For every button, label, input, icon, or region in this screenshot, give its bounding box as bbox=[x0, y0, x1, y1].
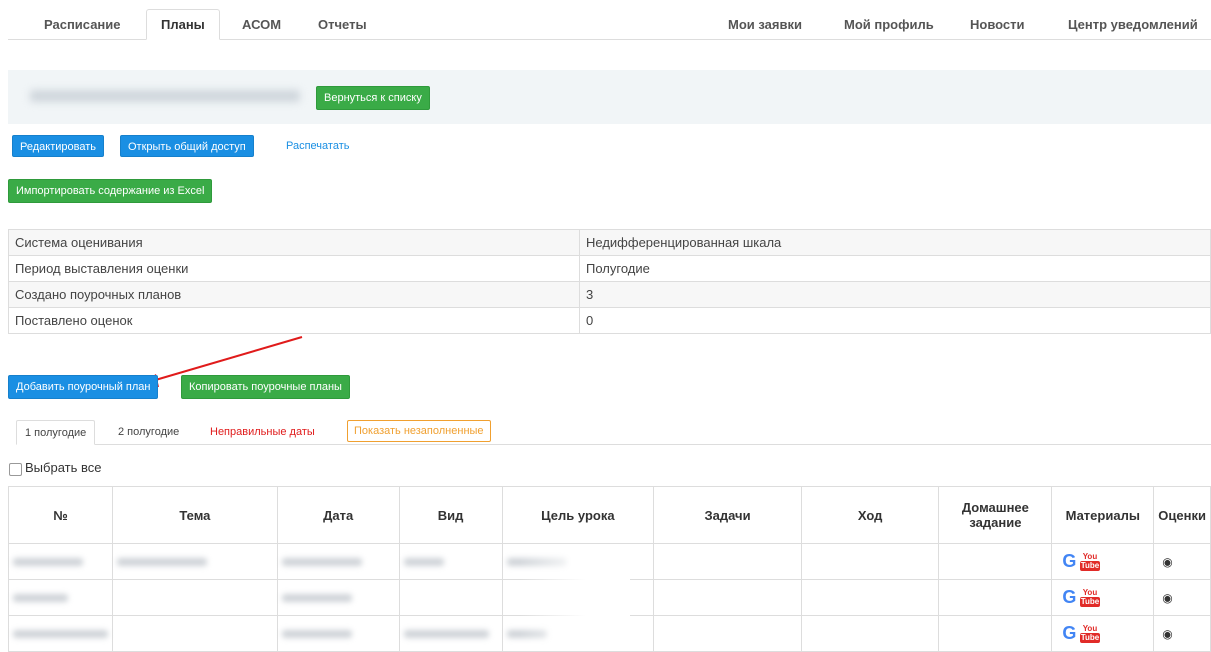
youtube-you-text: You bbox=[1082, 588, 1098, 597]
cell-progress bbox=[800, 615, 940, 652]
cell-progress bbox=[800, 543, 940, 580]
column-grades[interactable]: Оценки bbox=[1153, 486, 1211, 544]
cell-tasks bbox=[653, 579, 802, 616]
show-unfilled-button[interactable]: Показать незаполненные bbox=[347, 420, 491, 442]
cell-grades: ◉ bbox=[1153, 615, 1211, 652]
youtube-tube-text: Tube bbox=[1079, 633, 1100, 643]
cell-redacted bbox=[276, 543, 400, 580]
tab-first-half[interactable]: 1 полугодие bbox=[16, 420, 96, 445]
cell-grades: ◉ bbox=[1153, 579, 1211, 616]
google-icon[interactable]: G bbox=[1062, 587, 1076, 607]
select-all-label[interactable]: Выбрать все bbox=[25, 460, 101, 475]
google-icon[interactable]: G bbox=[1062, 551, 1076, 571]
cell-progress bbox=[800, 579, 940, 616]
view-grades-eye-icon[interactable]: ◉ bbox=[1162, 555, 1172, 569]
column-topic[interactable]: Тема bbox=[112, 486, 278, 544]
cell-materials: G You Tube bbox=[1051, 615, 1155, 652]
copy-lesson-plans-button[interactable]: Копировать поурочные планы bbox=[181, 375, 350, 399]
table-header-row: № Тема Дата Вид Цель урока Задачи Ход До… bbox=[8, 486, 1211, 544]
google-icon[interactable]: G bbox=[1062, 623, 1076, 643]
cell-homework bbox=[938, 579, 1053, 616]
column-date[interactable]: Дата bbox=[276, 486, 400, 544]
view-grades-eye-icon[interactable]: ◉ bbox=[1162, 627, 1172, 641]
youtube-you-text: You bbox=[1082, 624, 1098, 633]
cell-redacted bbox=[112, 615, 278, 652]
cell-redacted bbox=[8, 543, 113, 580]
column-lesson-goal[interactable]: Цель урока bbox=[501, 486, 655, 544]
cell-redacted bbox=[112, 579, 278, 616]
view-grades-eye-icon[interactable]: ◉ bbox=[1162, 591, 1172, 605]
add-lesson-plan-button[interactable]: Добавить поурочный план bbox=[8, 375, 159, 399]
column-number[interactable]: № bbox=[8, 486, 113, 544]
youtube-tube-text: Tube bbox=[1079, 597, 1100, 607]
column-tasks[interactable]: Задачи bbox=[653, 486, 802, 544]
cell-redacted bbox=[276, 615, 400, 652]
tab-second-half[interactable]: 2 полугодие bbox=[110, 420, 187, 444]
youtube-tube-text: Tube bbox=[1079, 561, 1100, 571]
column-materials[interactable]: Материалы bbox=[1051, 486, 1155, 544]
cell-redacted bbox=[398, 615, 503, 652]
cell-redacted bbox=[8, 615, 113, 652]
youtube-you-text: You bbox=[1082, 552, 1098, 561]
youtube-icon[interactable]: You Tube bbox=[1079, 588, 1100, 607]
redaction-fade bbox=[520, 545, 630, 643]
cell-tasks bbox=[653, 615, 802, 652]
cell-tasks bbox=[653, 543, 802, 580]
select-all-checkbox[interactable] bbox=[9, 463, 22, 476]
youtube-icon[interactable]: You Tube bbox=[1079, 624, 1100, 643]
cell-redacted bbox=[398, 543, 503, 580]
cell-materials: G You Tube bbox=[1051, 579, 1155, 616]
cell-homework bbox=[938, 543, 1053, 580]
cell-redacted bbox=[8, 579, 113, 616]
cell-homework bbox=[938, 615, 1053, 652]
youtube-icon[interactable]: You Tube bbox=[1079, 552, 1100, 571]
column-homework[interactable]: Домашнее задание bbox=[938, 486, 1053, 544]
tab-wrong-dates[interactable]: Неправильные даты bbox=[202, 420, 323, 444]
cell-redacted bbox=[112, 543, 278, 580]
column-progress[interactable]: Ход bbox=[800, 486, 940, 544]
cell-redacted bbox=[276, 579, 400, 616]
cell-materials: G You Tube bbox=[1051, 543, 1155, 580]
half-year-tabs: 1 полугодие 2 полугодие Неправильные дат… bbox=[16, 420, 1211, 445]
cell-grades: ◉ bbox=[1153, 543, 1211, 580]
cell-redacted bbox=[398, 579, 503, 616]
column-type[interactable]: Вид bbox=[398, 486, 503, 544]
